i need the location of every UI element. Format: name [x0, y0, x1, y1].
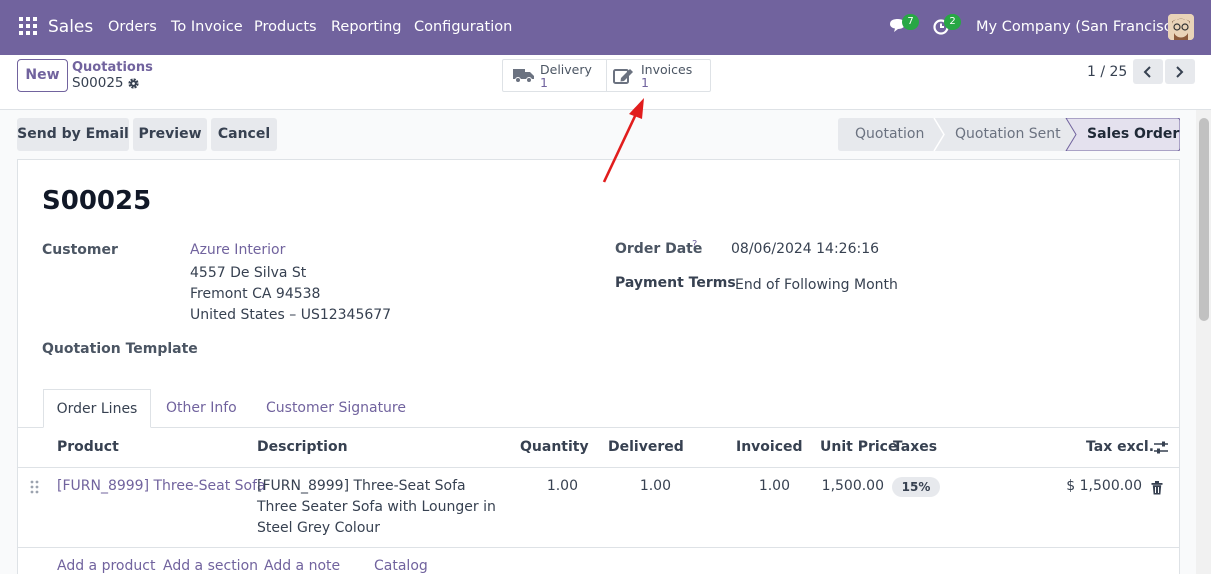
- stage-quotation[interactable]: Quotation: [855, 126, 924, 142]
- line-delivered[interactable]: 1.00: [611, 478, 671, 494]
- column-header-delivered[interactable]: Delivered: [608, 439, 684, 455]
- scrollbar-thumb[interactable]: [1199, 118, 1209, 321]
- invoices-smart-button[interactable]: Invoices 1: [613, 59, 709, 92]
- line-unit-price[interactable]: 1,500.00: [808, 478, 884, 494]
- delivery-count: 1: [540, 75, 548, 90]
- column-header-product[interactable]: Product: [57, 439, 119, 455]
- drag-handle-icon[interactable]: [30, 480, 40, 495]
- chevron-right-icon: [1176, 66, 1184, 78]
- status-bar: Quotation Quotation Sent Sales Order: [838, 118, 1180, 151]
- line-product[interactable]: [FURN_8999] Three-Seat Sofa: [57, 478, 266, 494]
- pager-previous-button[interactable]: [1133, 59, 1163, 84]
- activity-count-badge: 2: [944, 14, 961, 30]
- customer-label: Customer: [42, 242, 118, 258]
- smart-button-divider: [606, 60, 607, 91]
- user-avatar[interactable]: [1168, 14, 1194, 40]
- catalog-link[interactable]: Catalog: [374, 558, 428, 574]
- menu-to-invoice[interactable]: To Invoice: [171, 19, 243, 35]
- add-section-link[interactable]: Add a section: [163, 558, 258, 574]
- delivery-smart-button[interactable]: Delivery 1: [512, 59, 604, 92]
- order-date-label: Order Date: [615, 241, 703, 257]
- line-description[interactable]: Steel Grey Colour: [257, 520, 380, 536]
- payment-terms-value[interactable]: End of Following Month: [735, 277, 898, 293]
- line-description[interactable]: [FURN_8999] Three-Seat Sofa: [257, 478, 466, 494]
- pager-value[interactable]: 1 / 25: [1087, 64, 1127, 80]
- line-tax-badge[interactable]: 15%: [892, 477, 940, 497]
- invoices-count: 1: [641, 75, 649, 90]
- company-switcher[interactable]: My Company (San Francisco): [976, 19, 1186, 35]
- column-header-description[interactable]: Description: [257, 439, 348, 455]
- column-header-taxes[interactable]: Taxes: [893, 439, 937, 455]
- menu-configuration[interactable]: Configuration: [414, 19, 512, 35]
- tab-other-info[interactable]: Other Info: [166, 400, 237, 416]
- stage-quotation-sent[interactable]: Quotation Sent: [955, 126, 1061, 142]
- trash-icon[interactable]: [1151, 481, 1163, 495]
- line-description[interactable]: Three Seater Sofa with Lounger in: [257, 499, 496, 515]
- top-navbar: Sales Orders To Invoice Products Reporti…: [0, 0, 1211, 55]
- order-date-value[interactable]: 08/06/2024 14:26:16: [731, 241, 879, 257]
- tab-order-lines[interactable]: Order Lines: [43, 389, 151, 428]
- tab-customer-signature[interactable]: Customer Signature: [266, 400, 406, 416]
- add-note-link[interactable]: Add a note: [264, 558, 340, 574]
- new-button[interactable]: New: [17, 59, 68, 92]
- payment-terms-label: Payment Terms: [615, 275, 736, 291]
- edit-invoice-icon: [613, 69, 633, 84]
- line-invoiced: 1.00: [758, 478, 790, 494]
- column-header-unit-price[interactable]: Unit Price: [820, 439, 897, 455]
- truck-icon: [513, 69, 534, 83]
- breadcrumb-quotations[interactable]: Quotations: [72, 60, 153, 75]
- send-by-email-button[interactable]: Send by Email: [17, 118, 129, 151]
- customer-name-link[interactable]: Azure Interior: [190, 242, 285, 258]
- menu-reporting[interactable]: Reporting: [331, 19, 402, 35]
- optional-columns-toggle-icon[interactable]: [1153, 440, 1169, 456]
- app-name[interactable]: Sales: [48, 17, 93, 37]
- cancel-button[interactable]: Cancel: [211, 118, 277, 151]
- menu-products[interactable]: Products: [254, 19, 317, 35]
- chevron-left-icon: [1143, 66, 1151, 78]
- table-header-divider: [18, 467, 1180, 468]
- customer-address-line: Fremont CA 94538: [190, 286, 321, 302]
- quotation-template-label: Quotation Template: [42, 341, 198, 357]
- column-header-quantity[interactable]: Quantity: [520, 439, 589, 455]
- line-subtotal: $ 1,500.00: [1066, 478, 1142, 494]
- form-sheet: S00025 Customer Azure Interior 4557 De S…: [17, 159, 1180, 574]
- column-header-tax-excl[interactable]: Tax excl.: [1086, 439, 1154, 455]
- stage-sales-order[interactable]: Sales Order: [1087, 126, 1179, 142]
- order-title: S00025: [42, 186, 152, 216]
- breadcrumb-current: S00025: [72, 75, 124, 91]
- app-menu-grid-icon[interactable]: [19, 17, 37, 35]
- order-date-help-icon[interactable]: ?: [692, 239, 697, 250]
- customer-address-line: United States – US12345677: [190, 307, 392, 323]
- add-product-link[interactable]: Add a product: [57, 558, 155, 574]
- pager-next-button[interactable]: [1165, 59, 1195, 84]
- red-annotation-arrow: [602, 98, 644, 183]
- line-quantity[interactable]: 1.00: [518, 478, 578, 494]
- table-row-divider: [18, 547, 1180, 548]
- tab-bar-line: [18, 427, 1180, 428]
- gear-icon[interactable]: [127, 77, 140, 90]
- menu-orders[interactable]: Orders: [108, 19, 157, 35]
- column-header-invoiced[interactable]: Invoiced: [736, 439, 803, 455]
- chat-count-badge: 7: [902, 14, 919, 30]
- customer-address-line: 4557 De Silva St: [190, 265, 307, 281]
- preview-button[interactable]: Preview: [133, 118, 207, 151]
